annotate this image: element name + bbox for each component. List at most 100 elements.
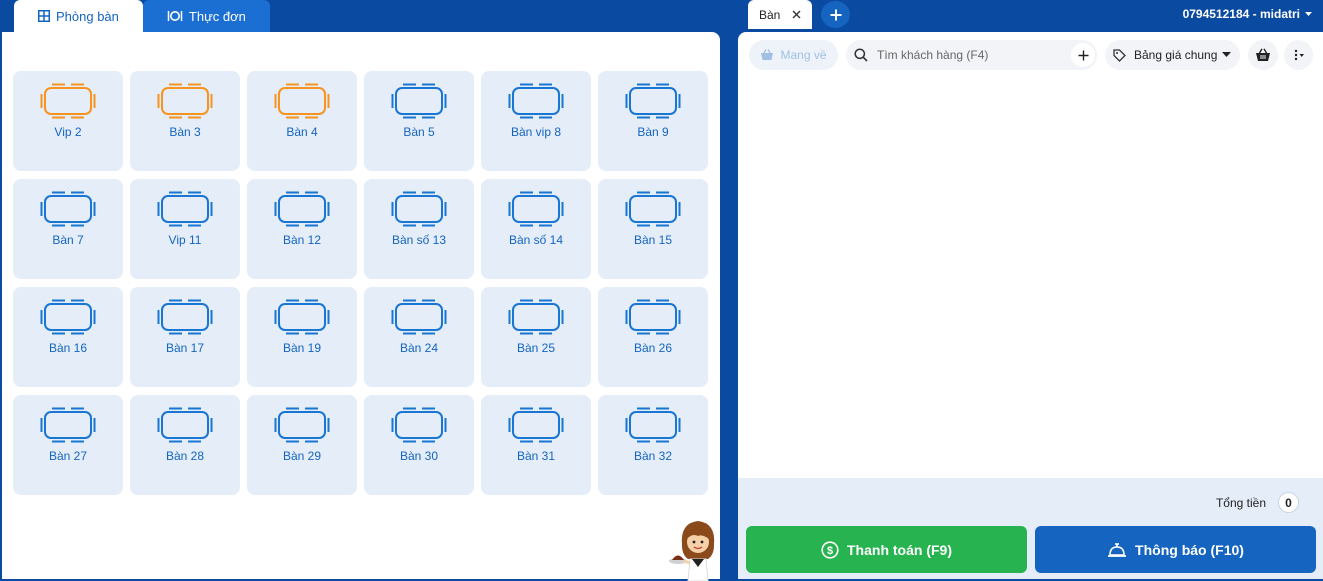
table-card[interactable]: Bàn 15: [598, 179, 708, 279]
pay-button[interactable]: $ Thanh toán (F9): [746, 526, 1027, 573]
user-menu[interactable]: 0794512184 - midatri: [1183, 7, 1312, 21]
table-card[interactable]: Bàn 5: [364, 71, 474, 171]
table-name: Bàn 27: [48, 449, 88, 463]
table-name: Bàn số 13: [391, 233, 447, 247]
table-card[interactable]: Bàn 25: [481, 287, 591, 387]
table-name: Bàn 26: [633, 341, 673, 355]
table-name: Bàn 15: [633, 233, 673, 247]
order-tab-label: Bàn: [759, 7, 781, 22]
close-icon[interactable]: [792, 10, 801, 19]
table-icon: [391, 299, 447, 335]
table-name: Bàn 9: [637, 125, 669, 139]
takeaway-button[interactable]: Mang về: [749, 40, 838, 70]
table-grid: Vip 2 Bàn 3 Bàn 4 Bàn 5 Bàn vip 8 Bàn 9 Bàn 7 V…: [13, 71, 708, 495]
price-list-value: Bảng giá chung: [1134, 48, 1218, 62]
caret-down-icon: [1222, 52, 1231, 57]
user-name: 0794512184 - midatri: [1182, 7, 1300, 21]
table-icon: [40, 191, 96, 227]
table-card[interactable]: Bàn 27: [13, 395, 123, 495]
tab-menu-label: Thực đơn: [188, 8, 246, 24]
table-card[interactable]: Bàn 26: [598, 287, 708, 387]
total-value: 0: [1278, 492, 1299, 513]
food-icon: [167, 11, 183, 21]
more-options-button[interactable]: [1284, 40, 1313, 70]
tab-menu[interactable]: Thực đơn: [142, 0, 270, 32]
table-icon: [157, 83, 213, 119]
table-card[interactable]: Bàn 30: [364, 395, 474, 495]
table-icon: [625, 407, 681, 443]
table-name: Bàn số 14: [508, 233, 564, 247]
table-icon: [157, 191, 213, 227]
table-card[interactable]: Bàn số 14: [481, 179, 591, 279]
table-card[interactable]: Vip 2: [13, 71, 123, 171]
table-name: Bàn 24: [399, 341, 439, 355]
table-icon: [157, 407, 213, 443]
add-customer-button[interactable]: [1071, 43, 1095, 67]
basket-icon: [761, 49, 774, 60]
table-icon: [508, 191, 564, 227]
table-name: Bàn 12: [282, 233, 322, 247]
table-card[interactable]: Bàn 9: [598, 71, 708, 171]
table-name: Bàn 3: [169, 125, 201, 139]
table-icon: [157, 299, 213, 335]
table-icon: [274, 407, 330, 443]
table-card[interactable]: Bàn 4: [247, 71, 357, 171]
takeaway-label: Mang về: [780, 48, 827, 62]
price-list-select[interactable]: Bảng giá chung: [1105, 40, 1240, 70]
table-card[interactable]: Bàn 32: [598, 395, 708, 495]
pay-label: Thanh toán (F9): [847, 541, 952, 558]
table-name: Bàn 31: [516, 449, 556, 463]
table-icon: [391, 191, 447, 227]
search-input[interactable]: Tìm khách hàng (F4): [877, 48, 988, 62]
table-card[interactable]: Bàn 3: [130, 71, 240, 171]
table-card[interactable]: Bàn 19: [247, 287, 357, 387]
customer-search[interactable]: Tìm khách hàng (F4): [846, 40, 1097, 70]
table-name: Bàn 17: [165, 341, 205, 355]
cart-button[interactable]: [1248, 40, 1278, 70]
tag-icon: [1113, 48, 1126, 62]
table-card[interactable]: Bàn 29: [247, 395, 357, 495]
table-name: Bàn 16: [48, 341, 88, 355]
svg-text:$: $: [827, 545, 833, 557]
dollar-icon: $: [821, 540, 839, 559]
table-name: Bàn 4: [286, 125, 318, 139]
table-icon: [274, 191, 330, 227]
table-name: Bàn 19: [282, 341, 322, 355]
table-card[interactable]: Bàn 7: [13, 179, 123, 279]
table-name: Bàn 32: [633, 449, 673, 463]
order-tab-bar: Bàn: [748, 0, 812, 29]
table-name: Bàn vip 8: [510, 125, 562, 139]
search-icon: [854, 48, 868, 62]
table-name: Bàn 28: [165, 449, 205, 463]
plus-icon: [1078, 50, 1088, 60]
table-card[interactable]: Bàn 31: [481, 395, 591, 495]
order-tab[interactable]: Bàn: [748, 0, 812, 29]
table-card[interactable]: Bàn 12: [247, 179, 357, 279]
table-card[interactable]: Bàn 16: [13, 287, 123, 387]
order-footer: Tổng tiền 0 $ Thanh toán (F9) Thông báo …: [738, 478, 1323, 579]
table-icon: [40, 299, 96, 335]
notify-kitchen-button[interactable]: Thông báo (F10): [1035, 526, 1316, 573]
table-icon: [625, 191, 681, 227]
table-name: Bàn 29: [282, 449, 322, 463]
table-icon: [625, 83, 681, 119]
table-card[interactable]: Vip 11: [130, 179, 240, 279]
table-card[interactable]: Bàn 28: [130, 395, 240, 495]
table-card[interactable]: Bàn 24: [364, 287, 474, 387]
plus-icon: [830, 9, 841, 20]
add-order-button[interactable]: [821, 1, 850, 28]
basket-icon: [1256, 48, 1270, 61]
table-card[interactable]: Bàn vip 8: [481, 71, 591, 171]
tab-rooms-label: Phòng bàn: [56, 8, 119, 24]
table-icon: [391, 83, 447, 119]
tab-rooms-tables[interactable]: Phòng bàn: [14, 0, 143, 32]
table-card[interactable]: Bàn số 13: [364, 179, 474, 279]
table-name: Bàn 7: [52, 233, 84, 247]
table-name: Vip 11: [168, 233, 202, 247]
caret-down-icon: [1305, 12, 1312, 16]
order-total: Tổng tiền 0: [1216, 492, 1299, 513]
notify-label: Thông báo (F10): [1135, 541, 1244, 558]
left-tab-bar: Phòng bàn Thực đơn: [14, 0, 270, 32]
table-card[interactable]: Bàn 17: [130, 287, 240, 387]
table-name: Bàn 5: [403, 125, 435, 139]
